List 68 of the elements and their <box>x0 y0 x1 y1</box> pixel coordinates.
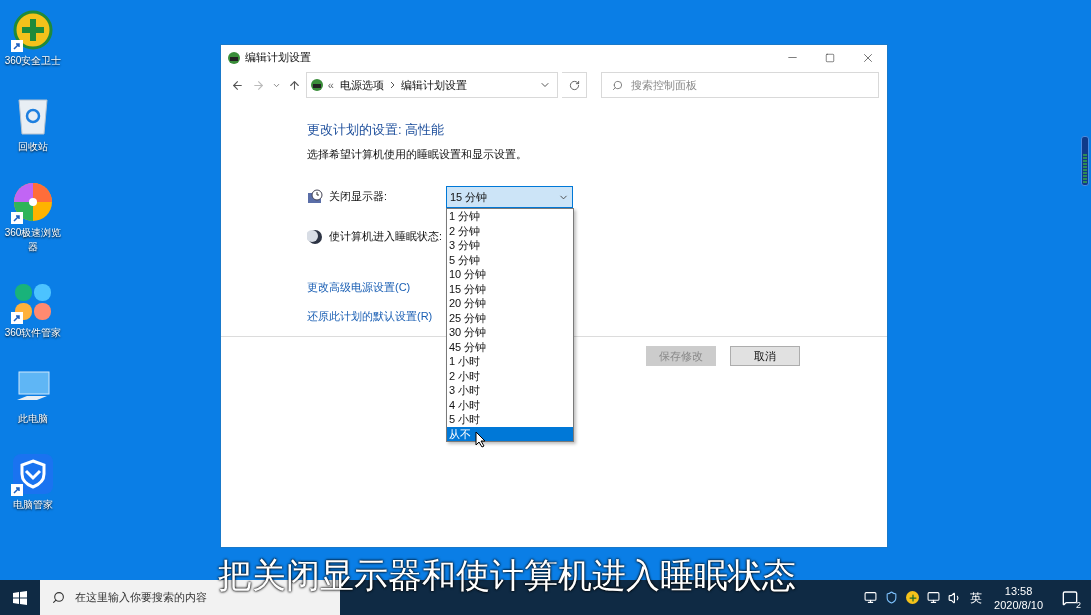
plus-badge-icon[interactable] <box>906 591 920 604</box>
up-arrow-icon <box>287 78 301 92</box>
breadcrumb-overflow[interactable]: « <box>327 76 334 94</box>
search-icon <box>611 79 623 91</box>
network-icon[interactable] <box>927 591 941 604</box>
forward-arrow-icon <box>252 78 266 92</box>
cancel-button[interactable]: 取消 <box>730 346 800 366</box>
breadcrumb[interactable]: 电源选项 <box>339 76 384 94</box>
timeout-dropdown[interactable]: 15 分钟 <box>446 186 573 208</box>
dropdown-option[interactable]: 2 小时 <box>447 368 573 383</box>
settings-link[interactable]: 更改高级电源设置(C) <box>307 279 411 296</box>
page-description: 选择希望计算机使用的睡眠设置和显示设置。 <box>307 146 528 162</box>
dropdown-option[interactable]: 1 分钟 <box>447 209 573 224</box>
shortcut-arrow-icon <box>11 40 23 52</box>
network-icon[interactable] <box>864 591 878 604</box>
pinwheel-icon <box>12 181 54 223</box>
monitor-clock-icon <box>307 189 323 205</box>
windows-logo-icon <box>13 590 27 605</box>
setting-label: 关闭显示器: <box>329 189 388 205</box>
shortcut-arrow-icon <box>11 312 23 324</box>
input-language[interactable]: 英 <box>970 588 983 607</box>
desktop-icon-label[interactable]: 回收站 <box>0 140 66 154</box>
moon-icon <box>307 229 323 245</box>
dropdown-option[interactable]: 2 分钟 <box>447 223 573 238</box>
dropdown-option[interactable]: 30 分钟 <box>447 325 573 340</box>
shortcut-arrow-icon <box>11 484 23 496</box>
setting-label: 使计算机进入睡眠状态: <box>329 229 443 245</box>
dropdown-option[interactable]: 5 分钟 <box>447 252 573 267</box>
recycle-bin-icon <box>16 96 50 136</box>
desktop-icon-label[interactable]: 360软件管家 <box>0 326 66 340</box>
desktop-icon-label[interactable]: 电脑管家 <box>0 498 66 512</box>
dropdown-option[interactable]: 4 小时 <box>447 397 573 412</box>
shield-icon <box>13 454 53 494</box>
dropdown-option[interactable]: 10 分钟 <box>447 267 573 282</box>
refresh-button[interactable] <box>562 72 587 98</box>
plus-circle-icon <box>13 10 53 50</box>
shortcut-arrow-icon <box>11 212 23 224</box>
dropdown-option[interactable]: 25 分钟 <box>447 310 573 325</box>
page-heading: 更改计划的设置: 高性能 <box>307 121 446 139</box>
dropdown-option[interactable]: 20 分钟 <box>447 296 573 311</box>
refresh-icon <box>568 79 580 91</box>
dropdown-option[interactable]: 3 分钟 <box>447 238 573 253</box>
desktop-icon-label[interactable]: 360安全卫士 <box>0 54 66 68</box>
search-field[interactable]: 搜索控制面板 <box>600 72 879 98</box>
settings-link[interactable]: 还原此计划的默认设置(R) <box>307 307 433 324</box>
dropdown-option[interactable]: 1 小时 <box>447 354 573 369</box>
dropdown-option[interactable]: 从不 <box>447 426 573 441</box>
maximize-icon <box>825 52 835 63</box>
window-title: 编辑计划设置 <box>245 50 311 66</box>
search-icon <box>52 591 65 604</box>
address-bar[interactable]: « 电源选项 编辑计划设置 <box>305 72 559 98</box>
power-plan-icon <box>309 78 324 92</box>
dropdown-option[interactable]: 5 小时 <box>447 412 573 427</box>
chevron-right-icon <box>389 81 395 89</box>
breadcrumb[interactable]: 编辑计划设置 <box>400 76 467 94</box>
speech-bubble-icon <box>1062 589 1078 606</box>
notification-button[interactable]: 2 <box>1055 582 1085 613</box>
dropdown-option[interactable]: 45 分钟 <box>447 339 573 354</box>
scroll-widget-icon <box>1081 136 1089 186</box>
clock[interactable]: 13:58 2020/8/10 <box>990 583 1047 612</box>
shield-icon[interactable] <box>885 591 899 604</box>
dropdown-option[interactable]: 3 小时 <box>447 383 573 398</box>
back-arrow-icon <box>231 78 245 92</box>
desktop-icon-label[interactable]: 此电脑 <box>0 412 66 426</box>
petals-icon <box>13 282 53 322</box>
desktop-icon-label[interactable]: 360极速浏览器 <box>0 226 66 254</box>
dropdown-option[interactable]: 15 分钟 <box>447 281 573 296</box>
power-plan-icon <box>227 50 241 65</box>
